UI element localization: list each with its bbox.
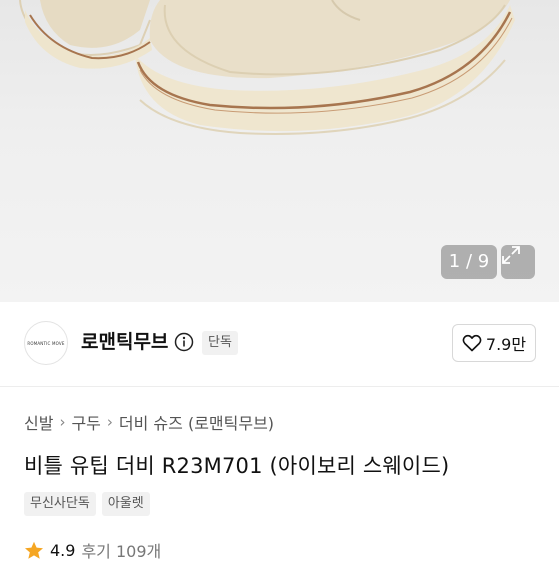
rating-row[interactable]: 4.9 후기 109개 [24,538,161,562]
chevron-right-icon: › [106,413,113,431]
product-tags: 무신사단독 아울렛 [24,492,150,516]
review-count[interactable]: 후기 109개 [81,538,161,562]
brand-logo-text: ROMANTIC MOVE [27,340,65,346]
expand-icon [502,246,520,264]
like-count: 7.9만 [485,335,527,354]
tag-outlet: 아울렛 [101,492,150,516]
chevron-right-icon: › [59,413,66,431]
exclusive-badge: 단독 [202,331,238,355]
info-icon[interactable] [174,332,194,352]
product-image-gallery[interactable]: 1 / 9 [0,0,559,302]
brand-row: ROMANTIC MOVE 로맨틱무브 단독 7.9만 [0,302,559,386]
heart-icon [462,334,482,352]
star-icon [25,541,43,559]
tag-musinsa-exclusive: 무신사단독 [24,492,96,516]
rating-score: 4.9 [50,540,76,560]
like-button[interactable]: 7.9만 [452,324,536,362]
breadcrumb: 신발 › 구두 › 더비 슈즈 (로맨틱무브) [24,410,274,434]
expand-image-button[interactable] [501,245,535,279]
brand-logo[interactable]: ROMANTIC MOVE [24,321,68,365]
product-title: 비틀 유팁 더비 R23M701 (아이보리 스웨이드) [24,454,450,478]
brand-name[interactable]: 로맨틱무브 [81,329,168,355]
breadcrumb-item-shoes[interactable]: 신발 [24,410,53,434]
image-counter: 1 / 9 [441,245,497,279]
breadcrumb-item-derby-shoes[interactable]: 더비 슈즈 (로맨틱무브) [119,410,274,434]
divider [0,386,559,387]
breadcrumb-item-dress-shoes[interactable]: 구두 [71,410,100,434]
